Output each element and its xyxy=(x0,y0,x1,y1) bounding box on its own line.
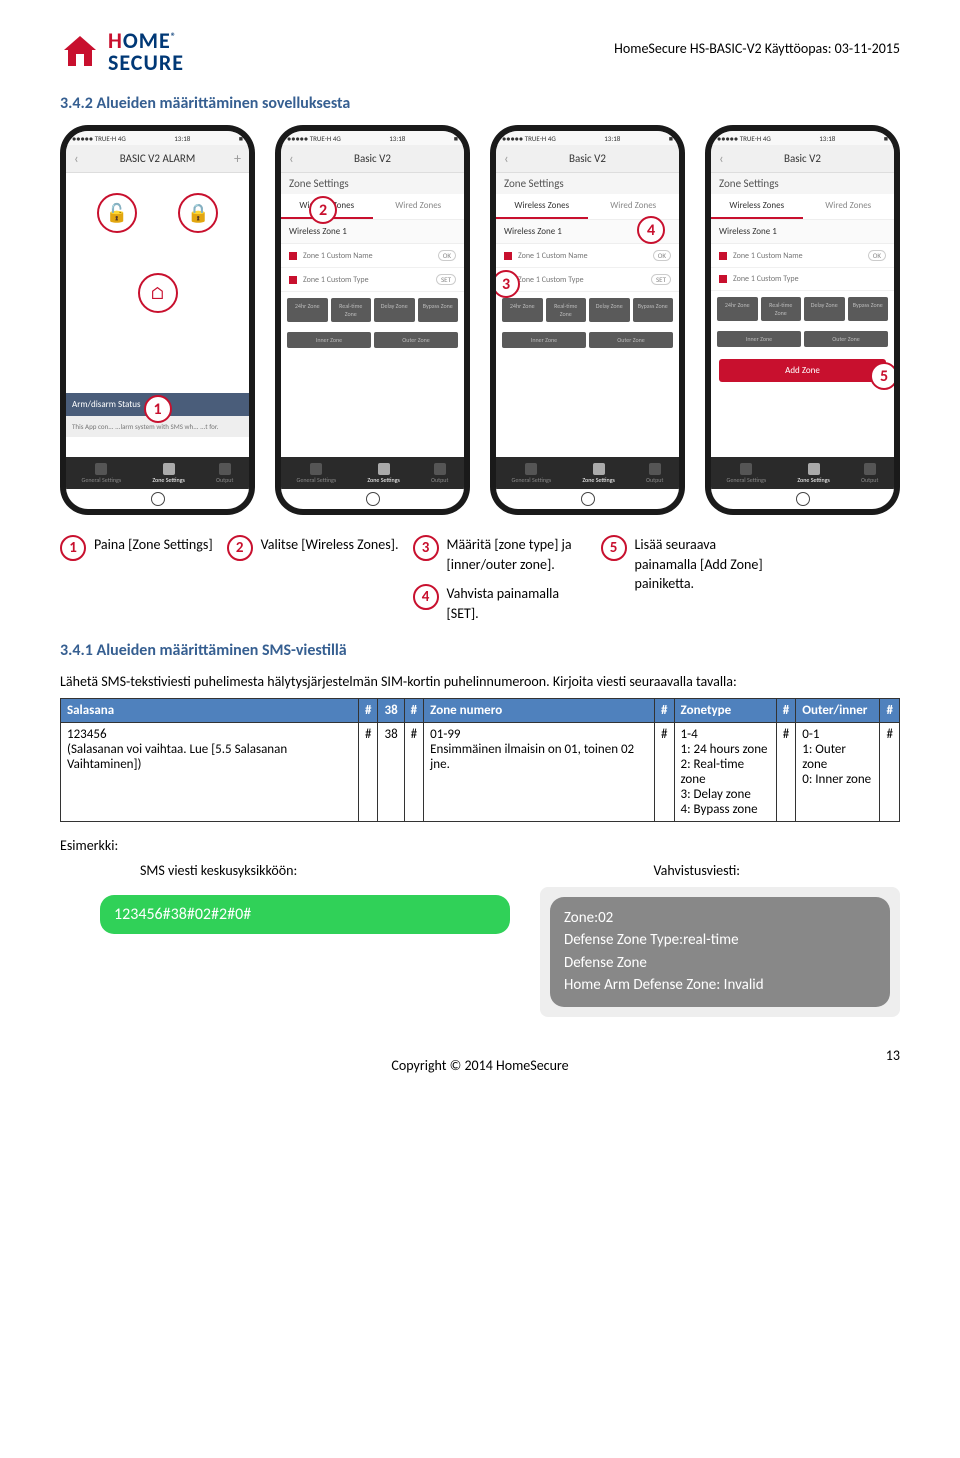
th-38: 38 xyxy=(378,698,404,722)
zone-name-row: Zone 1 Custom Name xyxy=(303,251,373,261)
marker-2: 2 xyxy=(309,196,337,224)
marker-4: 4 xyxy=(637,216,665,244)
td-38: 38 xyxy=(378,722,404,821)
step-2-text: Valitse [Wireless Zones]. xyxy=(261,535,399,555)
phone-1: ●●●●● TRUE-H 4G 13:18 ■ ‹ BASIC V2 ALARM + 🔓… xyxy=(60,125,255,515)
td-outer-inner: 0-1 1: Outer zone 0: Inner zone xyxy=(796,722,880,821)
set-badge: SET xyxy=(436,274,456,285)
copyright: Copyright © 2014 HomeSecure xyxy=(391,1057,568,1074)
page-footer: 13 Copyright © 2014 HomeSecure xyxy=(60,1057,900,1074)
th-zone-number: Zone numero xyxy=(424,698,655,722)
steps-row: 1 Paina [Zone Settings] 2 Valitse [Wireles… xyxy=(60,535,900,623)
sms-format-table: Salasana # 38 # Zone numero # Zonetype #… xyxy=(60,698,900,822)
nav-title: BASIC V2 ALARM xyxy=(120,152,195,165)
sms-label: SMS viesti keskusyksikköön: xyxy=(140,862,297,879)
step-2-num: 2 xyxy=(227,535,253,561)
reply-bubble: Zone:02 Defense Zone Type:real-time Defe… xyxy=(550,897,890,1007)
step-1-num: 1 xyxy=(60,535,86,561)
status-time: 13:18 xyxy=(174,134,190,143)
back-icon: ‹ xyxy=(504,150,509,167)
status-right: ■ xyxy=(239,134,243,143)
step-3-text: Määritä [zone type] ja [inner/outer zone… xyxy=(447,535,587,574)
th-password: Salasana xyxy=(61,698,359,722)
example-label: Esimerkki: xyxy=(60,836,900,856)
status-left: ●●●●● TRUE-H 4G xyxy=(72,134,126,143)
reply-label: Vahvistusviesti: xyxy=(653,862,740,879)
section-heading-1: 3.4.2 Alueiden määrittäminen sovellukses… xyxy=(60,94,900,113)
phone-2: ●●●●● TRUE-H 4G13:18■ ‹Basic V2 Zone Set… xyxy=(275,125,470,515)
back-icon: ‹ xyxy=(719,150,724,167)
back-icon: ‹ xyxy=(74,150,79,167)
tab-general: General Settings xyxy=(82,463,122,484)
sms-example-area: 123456#38#02#2#0# Zone:02 Defense Zone T… xyxy=(60,887,900,1017)
th-zonetype: Zonetype xyxy=(674,698,776,722)
reply-box: Zone:02 Defense Zone Type:real-time Defe… xyxy=(540,887,900,1017)
intro-text: Lähetä SMS-tekstiviesti puhelimesta häly… xyxy=(60,672,900,692)
back-icon: ‹ xyxy=(289,150,294,167)
home-button-icon xyxy=(151,492,165,506)
step-3-num: 3 xyxy=(413,535,439,561)
zone-type-row: Zone 1 Custom Type xyxy=(303,275,369,285)
step-5-num: 5 xyxy=(601,535,627,561)
th-outer-inner: Outer/inner xyxy=(796,698,880,722)
plus-icon: + xyxy=(234,150,241,167)
page-header: HOME® SECURE HomeSecure HS-BASIC-V2 Käyt… xyxy=(60,30,900,74)
td-password: 123456 (Salasanan voi vaihtaa. Lue [5.5 … xyxy=(61,722,359,821)
td-zone-number: 01-99 Ensimmäinen ilmaisin on 01, toinen… xyxy=(424,722,655,821)
ok-badge: OK xyxy=(438,250,456,261)
home-icon: ⌂ xyxy=(138,273,178,313)
tab-zone: Zone Settings xyxy=(152,463,185,484)
sms-bubble: 123456#38#02#2#0# xyxy=(100,895,510,934)
zone-settings-sub: Zone Settings xyxy=(281,173,464,194)
unlock-icon: 🔓 xyxy=(97,193,137,233)
phone-3: ●●●●● TRUE-H 4G13:18■ ‹Basic V2 Zone Set… xyxy=(490,125,685,515)
add-zone-button: Add Zone xyxy=(719,359,886,382)
step-5-text: Lisää seuraava painamalla [Add Zone] pai… xyxy=(635,535,775,594)
section-heading-2: 3.4.1 Alueiden määrittäminen SMS-viestil… xyxy=(60,641,900,660)
marker-5: 5 xyxy=(870,362,894,390)
step-4-num: 4 xyxy=(413,584,439,610)
phone-4: ●●●●● TRUE-H 4G13:18■ ‹Basic V2 Zone Set… xyxy=(705,125,900,515)
page-number: 13 xyxy=(886,1047,900,1064)
house-icon xyxy=(60,32,100,72)
wireless-zone-1: Wireless Zone 1 xyxy=(281,220,464,244)
nav-title: Basic V2 xyxy=(354,152,391,165)
logo: HOME® SECURE xyxy=(60,30,184,74)
marker-1: 1 xyxy=(144,395,172,423)
tab-wired: Wired Zones xyxy=(373,194,465,219)
logo-secure: SECURE xyxy=(108,52,184,74)
step-1-text: Paina [Zone Settings] xyxy=(94,535,213,555)
step-4-text: Vahvista painamalla [SET]. xyxy=(447,584,587,623)
td-zonetype: 1-4 1: 24 hours zone 2: Real-time zone 3… xyxy=(674,722,776,821)
lock-icon: 🔒 xyxy=(178,193,218,233)
tab-output: Output xyxy=(216,463,233,484)
phone-screenshots: ●●●●● TRUE-H 4G 13:18 ■ ‹ BASIC V2 ALARM + 🔓… xyxy=(60,125,900,515)
doc-title: HomeSecure HS-BASIC-V2 Käyttöopas: 03-11… xyxy=(614,40,900,57)
